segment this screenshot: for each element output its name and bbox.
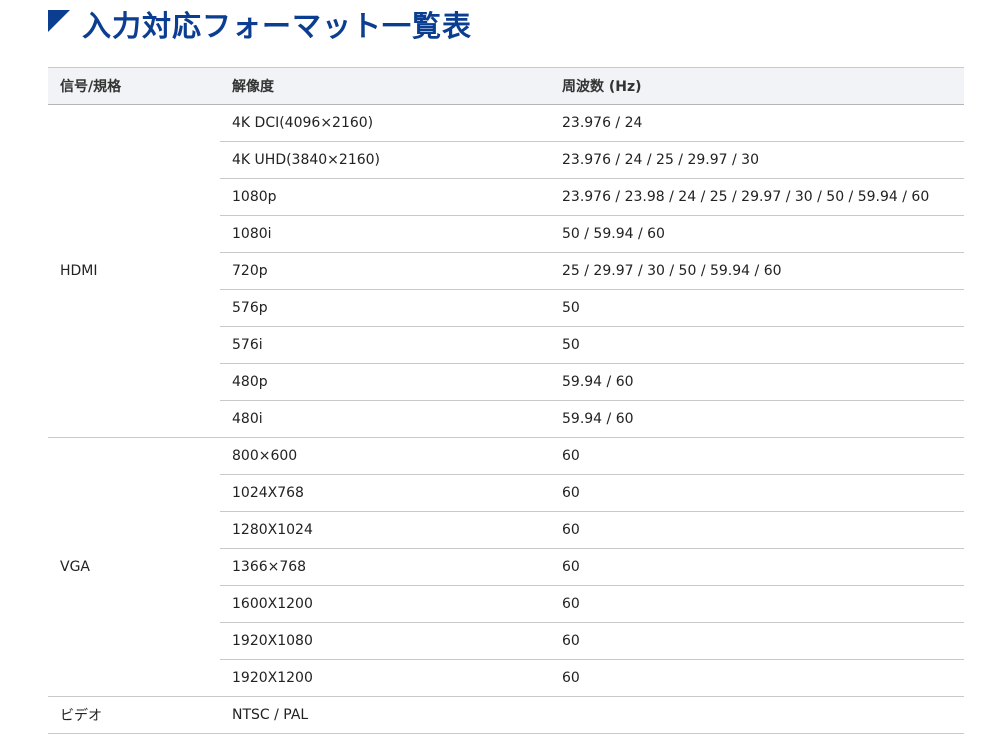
frequency-cell: 60 <box>550 474 964 512</box>
resolution-cell: 800×600 <box>220 437 550 475</box>
frequency-cell: 60 <box>550 622 964 660</box>
frequency-cell: 60 <box>550 585 964 623</box>
resolution-cell: 1080p <box>220 178 550 216</box>
signal-cell: ビデオ <box>48 696 220 734</box>
frequency-cell: 50 <box>550 289 964 327</box>
corner-triangle-icon <box>48 10 70 32</box>
resolution-cell: 4K UHD(3840×2160) <box>220 141 550 179</box>
resolution-cell: 1024X768 <box>220 474 550 512</box>
table-body: HDMI 4K DCI(4096×2160) 23.976 / 24 4K UHD(3… <box>48 104 964 734</box>
format-table: 信号/規格 解像度 周波数 (Hz) HDMI 4K DCI(4096×2160)… <box>48 67 964 734</box>
resolution-cell: 720p <box>220 252 550 290</box>
header-resolution: 解像度 <box>220 67 550 105</box>
signal-cell: HDMI <box>48 104 220 438</box>
resolution-cell: 480i <box>220 400 550 438</box>
header-frequency: 周波数 (Hz) <box>550 67 964 105</box>
frequency-cell: 23.976 / 23.98 / 24 / 25 / 29.97 / 30 / … <box>550 178 964 216</box>
frequency-cell: 60 <box>550 437 964 475</box>
resolution-cell: 1280X1024 <box>220 511 550 549</box>
frequency-cell: 60 <box>550 548 964 586</box>
resolution-cell: 1920X1080 <box>220 622 550 660</box>
frequency-cell: 25 / 29.97 / 30 / 50 / 59.94 / 60 <box>550 252 964 290</box>
frequency-cell: 60 <box>550 511 964 549</box>
frequency-cell: 60 <box>550 659 964 697</box>
resolution-cell: NTSC / PAL <box>220 696 550 734</box>
resolution-cell: 576i <box>220 326 550 364</box>
resolution-cell: 480p <box>220 363 550 401</box>
frequency-cell: 59.94 / 60 <box>550 400 964 438</box>
signal-cell: VGA <box>48 437 220 697</box>
table-header-row: 信号/規格 解像度 周波数 (Hz) <box>48 67 964 105</box>
frequency-cell: 50 <box>550 326 964 364</box>
page-title: 入力対応フォーマット一覧表 <box>82 9 473 43</box>
frequency-cell: 59.94 / 60 <box>550 363 964 401</box>
resolution-cell: 576p <box>220 289 550 327</box>
resolution-cell: 1080i <box>220 215 550 253</box>
table-row: ビデオ NTSC / PAL <box>48 696 964 734</box>
frequency-cell <box>550 696 964 734</box>
resolution-cell: 4K DCI(4096×2160) <box>220 104 550 142</box>
header-signal: 信号/規格 <box>48 67 220 105</box>
table-row: HDMI 4K DCI(4096×2160) 23.976 / 24 <box>48 104 964 438</box>
resolution-cell: 1600X1200 <box>220 585 550 623</box>
resolution-cell: 1366×768 <box>220 548 550 586</box>
frequency-cell: 23.976 / 24 / 25 / 29.97 / 30 <box>550 141 964 179</box>
frequency-cell: 23.976 / 24 <box>550 104 964 142</box>
table-row: VGA 800×600 60 <box>48 437 964 697</box>
resolution-cell: 1920X1200 <box>220 659 550 697</box>
page-heading: 入力対応フォーマット一覧表 <box>48 4 472 44</box>
frequency-cell: 50 / 59.94 / 60 <box>550 215 964 253</box>
